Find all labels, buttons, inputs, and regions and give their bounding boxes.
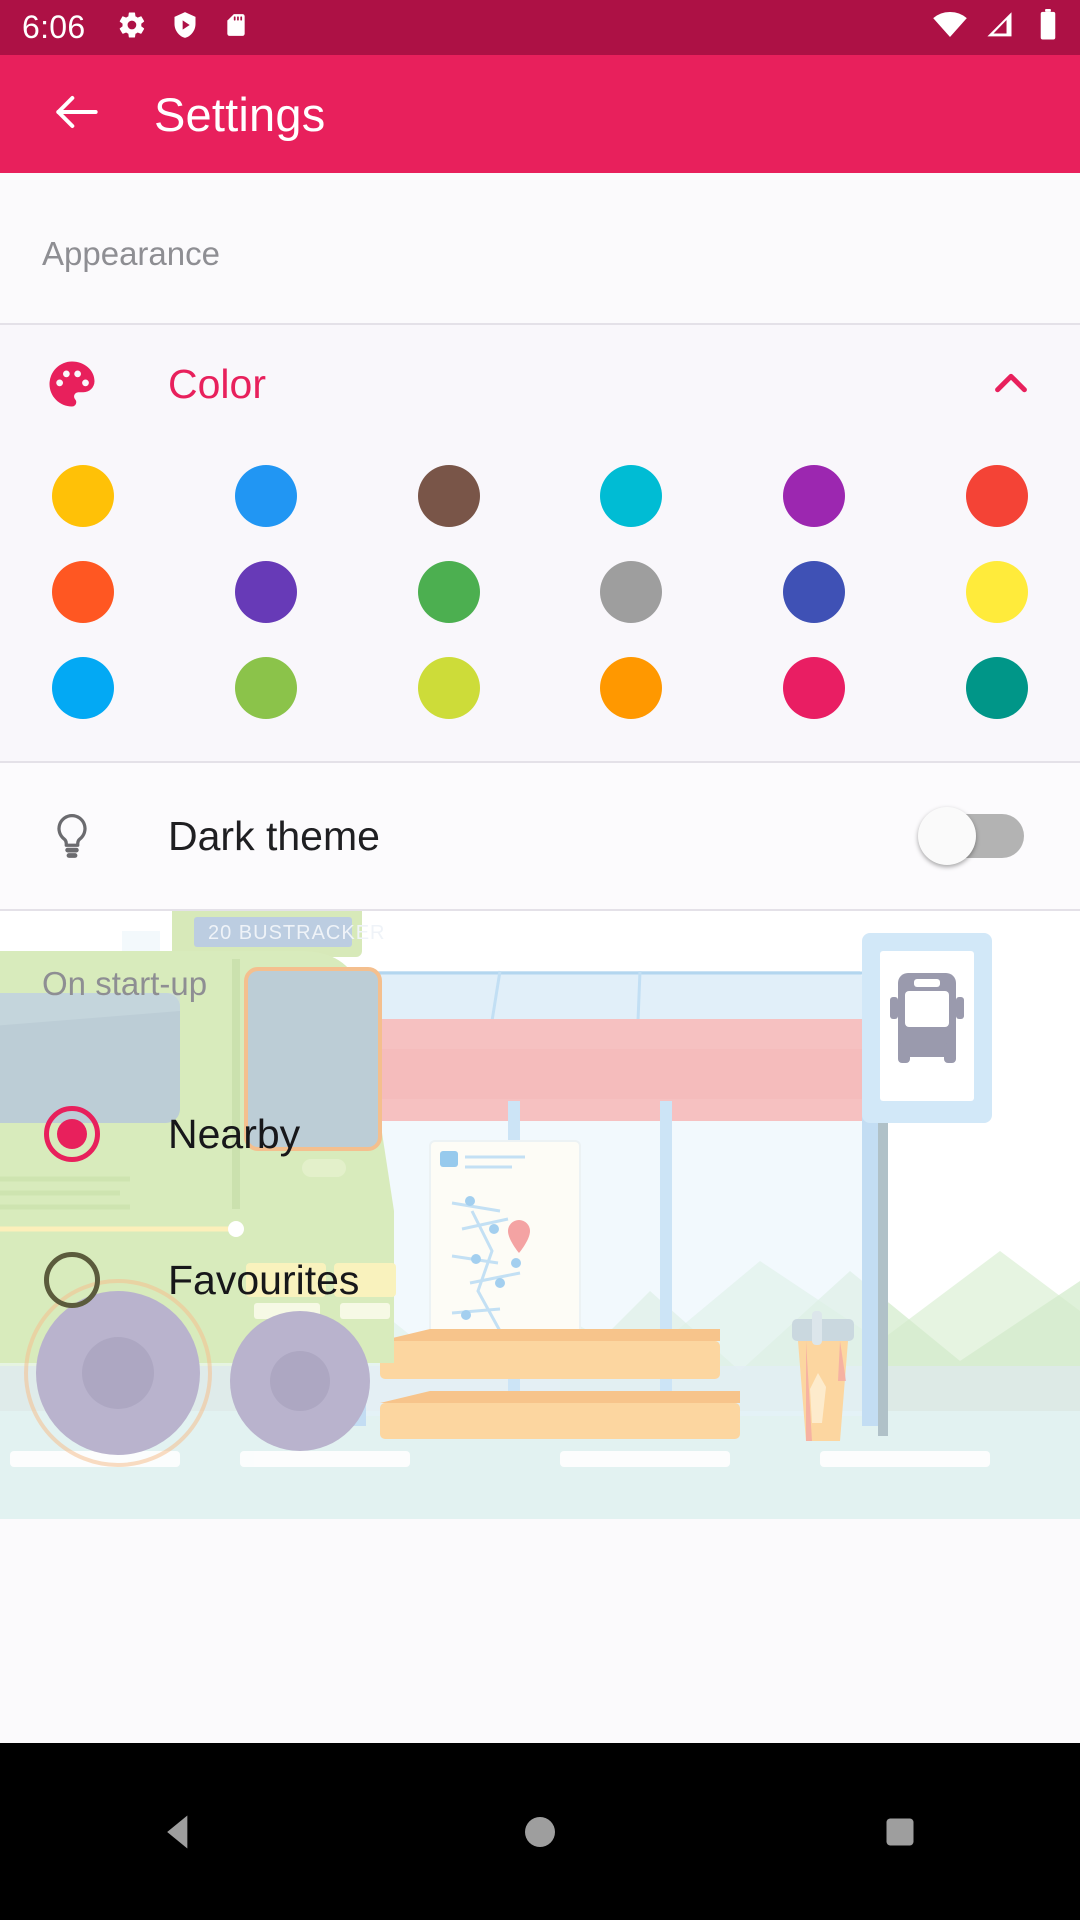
- color-swatch-yellow[interactable]: [965, 561, 1028, 623]
- status-bar: 6:06: [0, 0, 1080, 55]
- radio-wrap: [42, 1252, 102, 1308]
- lightbulb-icon: [42, 810, 102, 862]
- shield-play-icon: [171, 10, 199, 45]
- color-swatch-amber[interactable]: [52, 465, 114, 527]
- swatch-row: [0, 465, 1080, 527]
- startup-option-label-favourites: Favourites: [168, 1256, 360, 1303]
- color-swatch-purple[interactable]: [783, 465, 846, 527]
- status-bar-clock: 6:06: [22, 9, 86, 45]
- color-swatch-light-blue[interactable]: [52, 657, 114, 719]
- section-header-startup: On start-up: [42, 965, 208, 1002]
- sd-card-icon: [223, 10, 249, 45]
- swatch-row: [0, 561, 1080, 623]
- settings-screen: 6:06 Settings Appearance Color Dark them…: [0, 0, 1080, 1920]
- swatch-row: [0, 657, 1080, 719]
- recents-nav-icon[interactable]: [840, 1772, 960, 1892]
- arrow-left-icon: [49, 84, 105, 145]
- color-swatch-deep-orange[interactable]: [52, 561, 114, 623]
- palette-icon: [42, 357, 102, 411]
- radio-button-favourites[interactable]: [44, 1252, 100, 1308]
- color-swatch-deep-purple[interactable]: [234, 561, 297, 623]
- radio-wrap: [42, 1106, 102, 1162]
- chevron-up-icon[interactable]: [984, 357, 1038, 411]
- color-swatch-brown[interactable]: [417, 465, 480, 527]
- radio-button-nearby[interactable]: [44, 1106, 100, 1162]
- color-swatch-light-green[interactable]: [234, 657, 297, 719]
- dark-theme-label: Dark theme: [168, 812, 380, 859]
- section-header-appearance: Appearance: [42, 235, 220, 272]
- battery-icon: [1038, 9, 1058, 46]
- settings-content: Appearance Color Dark theme 20 BUSTRACKE…: [0, 173, 1080, 1743]
- color-swatch-grid: [0, 443, 1080, 761]
- color-swatch-grey[interactable]: [600, 561, 663, 623]
- color-swatch-teal[interactable]: [965, 657, 1028, 719]
- cellular-signal-icon: [986, 10, 1020, 45]
- startup-option-favourites[interactable]: Favourites: [0, 1207, 1080, 1353]
- color-swatch-cyan[interactable]: [600, 465, 663, 527]
- dark-theme-row[interactable]: Dark theme: [0, 763, 1080, 909]
- android-navigation-bar: [0, 1743, 1080, 1920]
- startup-section: 20 BUSTRACKER On start-up Nearby Favouri…: [0, 911, 1080, 1519]
- color-swatch-blue[interactable]: [234, 465, 297, 527]
- status-bar-system-icons: [932, 9, 1058, 46]
- gear-icon: [117, 10, 147, 45]
- color-swatch-indigo[interactable]: [783, 561, 846, 623]
- color-swatch-orange[interactable]: [600, 657, 663, 719]
- home-nav-icon[interactable]: [480, 1772, 600, 1892]
- radio-dot: [57, 1119, 87, 1149]
- color-setting-row[interactable]: Color: [0, 325, 1080, 443]
- status-bar-notification-icons: [117, 10, 249, 45]
- toggle-thumb: [918, 807, 976, 865]
- app-bar: Settings: [0, 55, 1080, 173]
- back-button[interactable]: [42, 79, 112, 149]
- back-nav-icon[interactable]: [120, 1772, 240, 1892]
- color-swatch-lime[interactable]: [417, 657, 480, 719]
- dark-theme-toggle[interactable]: [918, 807, 1024, 865]
- startup-option-nearby[interactable]: Nearby: [0, 1061, 1080, 1207]
- startup-option-label-nearby: Nearby: [168, 1110, 301, 1157]
- page-title: Settings: [154, 87, 326, 141]
- color-swatch-green[interactable]: [417, 561, 480, 623]
- color-setting-label: Color: [168, 360, 266, 407]
- color-swatch-red[interactable]: [965, 465, 1028, 527]
- wifi-icon: [932, 10, 968, 45]
- color-swatch-pink[interactable]: [783, 657, 846, 719]
